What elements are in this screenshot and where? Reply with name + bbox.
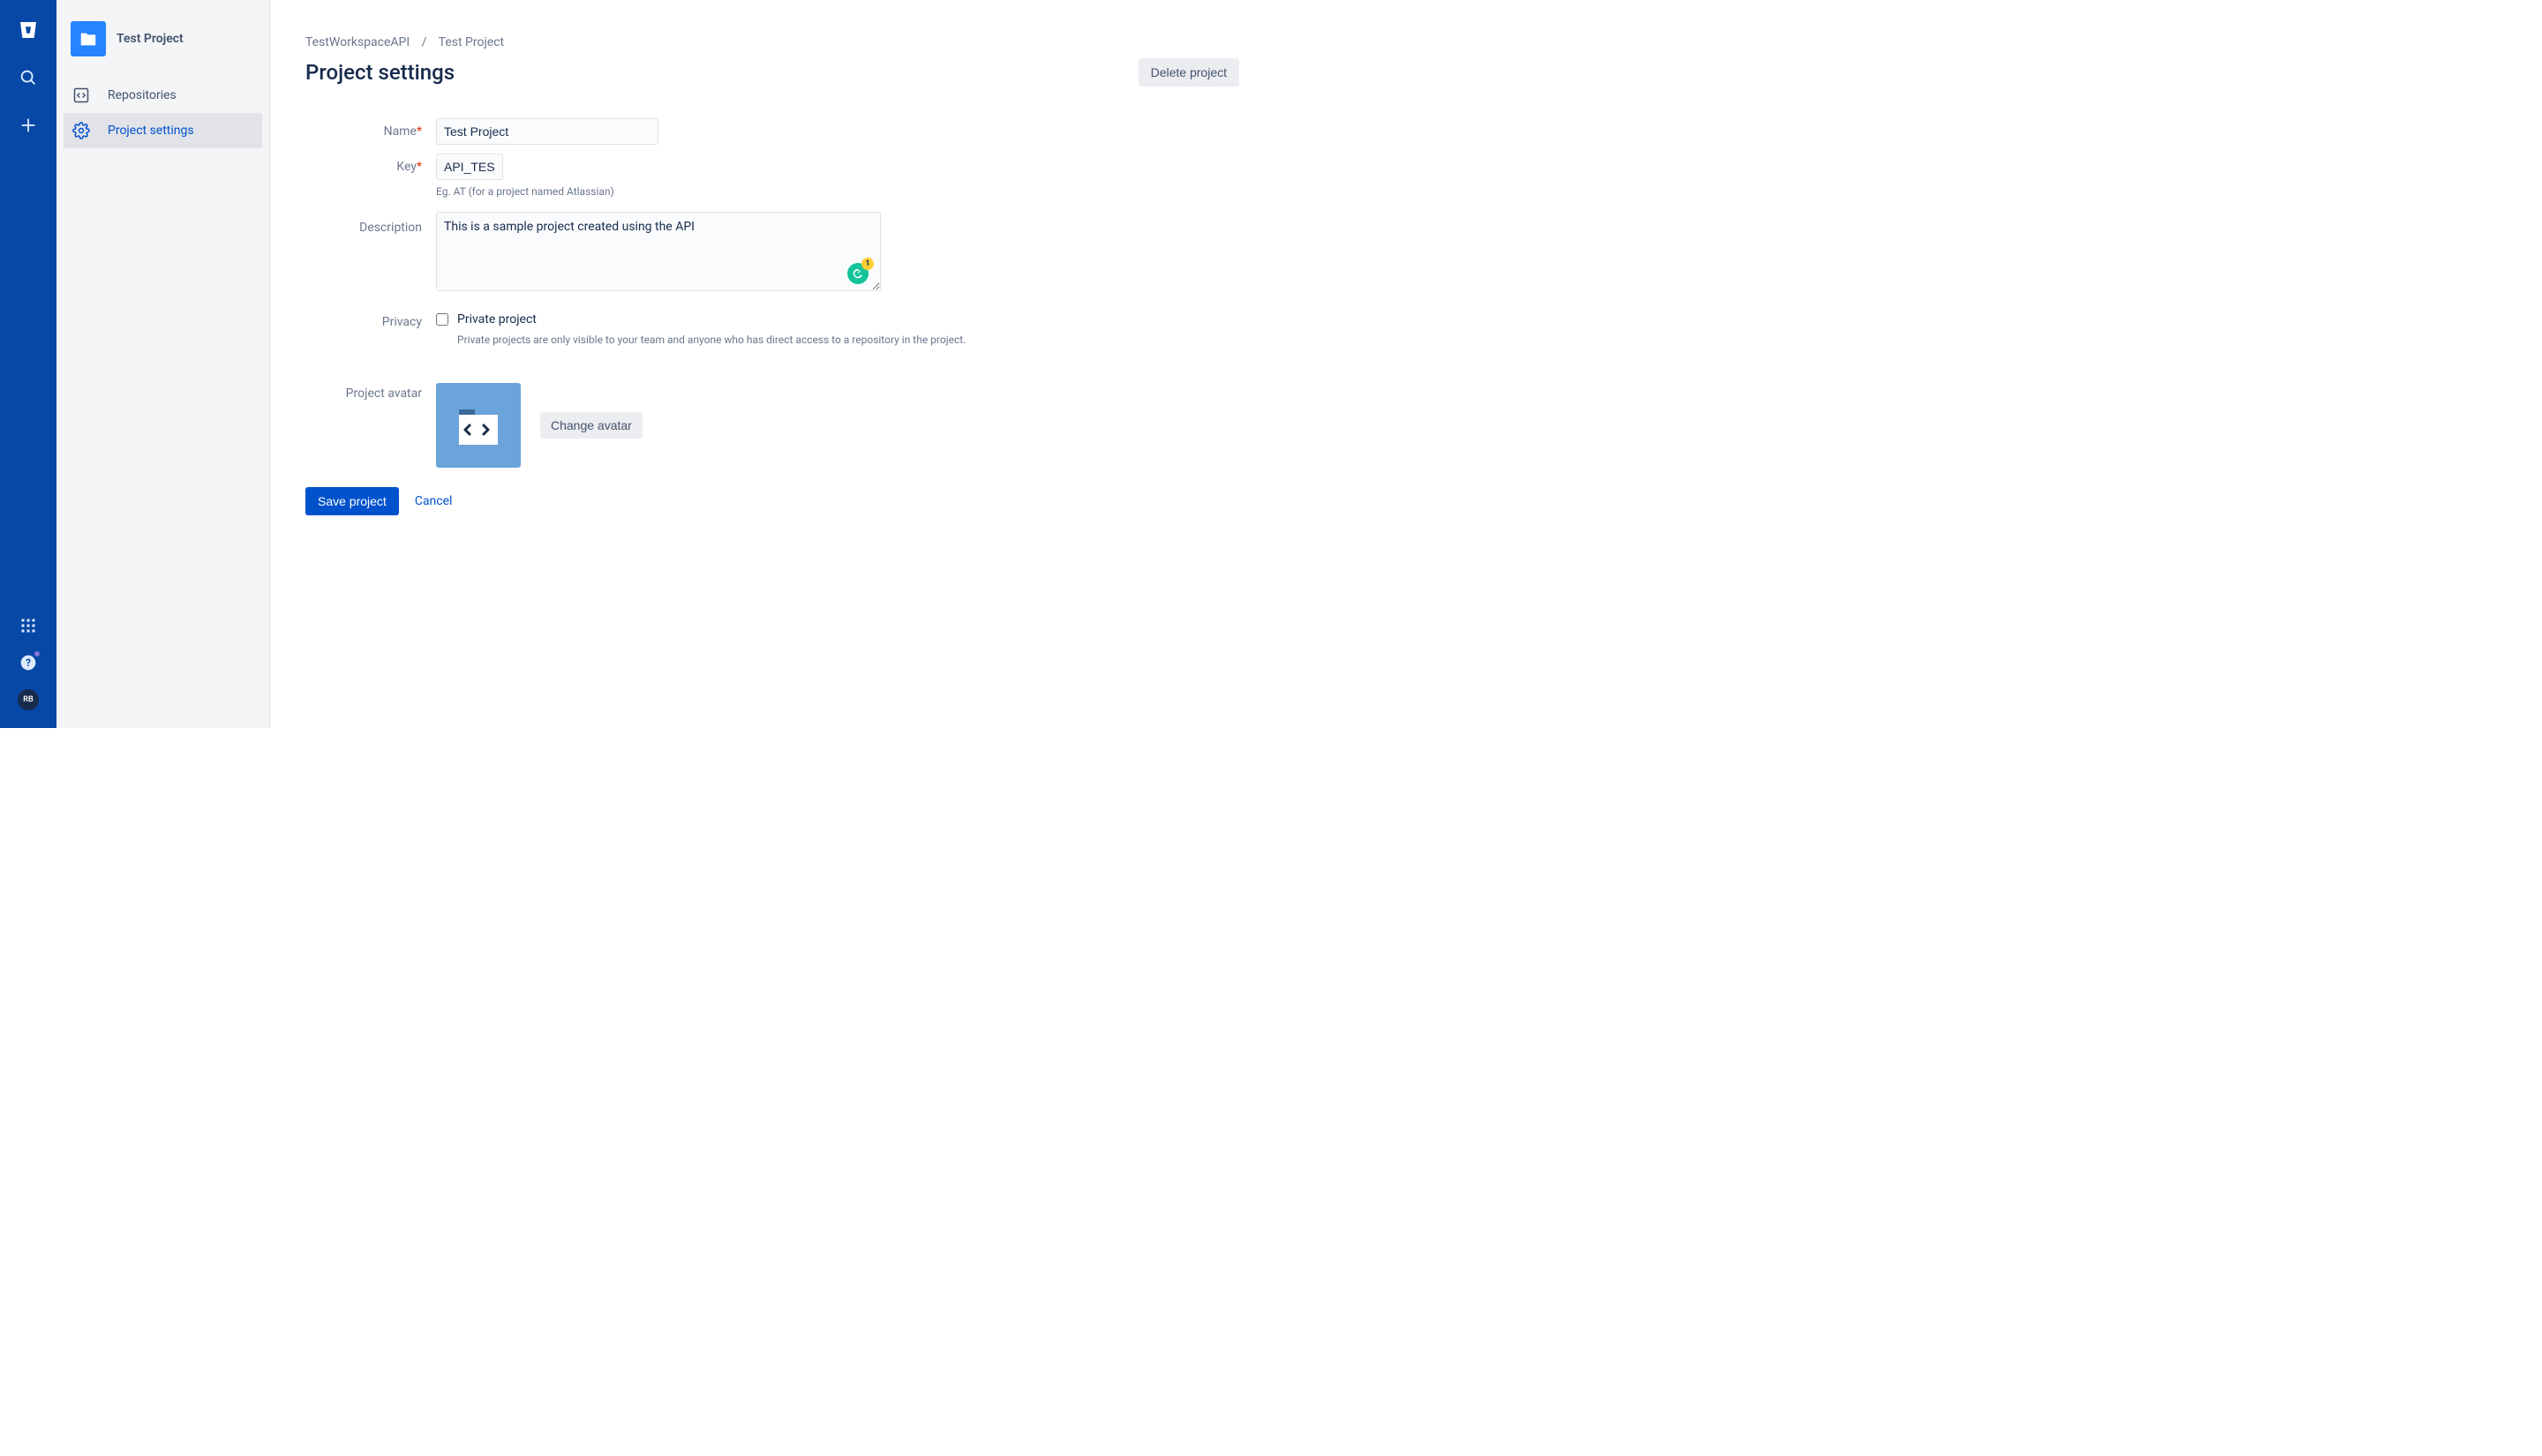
help-notification-dot — [34, 650, 41, 657]
svg-text:?: ? — [26, 657, 31, 669]
search-icon[interactable] — [18, 67, 39, 88]
project-avatar-large-icon — [436, 383, 521, 468]
project-sidebar: Test Project Repositories Project settin… — [56, 0, 270, 728]
description-field[interactable] — [436, 212, 881, 291]
app-switcher-icon[interactable] — [18, 615, 39, 636]
privacy-help-text: Private projects are only visible to you… — [457, 334, 1239, 346]
grammarly-badge: 1 — [861, 258, 874, 270]
key-label: Key* — [305, 154, 436, 198]
breadcrumb-separator: / — [422, 35, 427, 49]
sidebar-item-label: Repositories — [108, 88, 177, 102]
save-project-button[interactable]: Save project — [305, 487, 399, 515]
sidebar-header: Test Project — [64, 21, 262, 78]
sidebar-item-repositories[interactable]: Repositories — [64, 78, 262, 113]
settings-icon — [72, 122, 90, 139]
breadcrumb-project[interactable]: Test Project — [439, 35, 504, 49]
project-avatar-small-icon — [71, 21, 106, 56]
name-label: Name* — [305, 118, 436, 145]
description-label: Description — [305, 212, 436, 295]
privacy-label: Privacy — [305, 309, 436, 346]
create-icon[interactable] — [18, 115, 39, 136]
breadcrumb: TestWorkspaceAPI / Test Project — [305, 35, 1239, 49]
cancel-link[interactable]: Cancel — [415, 494, 453, 508]
breadcrumb-workspace[interactable]: TestWorkspaceAPI — [305, 35, 410, 49]
change-avatar-button[interactable]: Change avatar — [540, 412, 643, 439]
private-project-checkbox[interactable] — [436, 313, 448, 326]
sidebar-item-project-settings[interactable]: Project settings — [64, 113, 262, 148]
user-avatar[interactable]: RB — [18, 689, 39, 710]
name-field[interactable] — [436, 118, 658, 145]
private-project-checkbox-label[interactable]: Private project — [457, 312, 537, 326]
grammarly-icon[interactable]: 1 — [847, 263, 869, 284]
delete-project-button[interactable]: Delete project — [1139, 58, 1239, 86]
main-content: TestWorkspaceAPI / Test Project Project … — [270, 0, 1271, 728]
project-settings-form: Name* Key* Eg. AT (for a project named A… — [305, 118, 1239, 515]
repositories-icon — [72, 86, 90, 104]
help-icon[interactable]: ? — [18, 652, 39, 673]
key-help-text: Eg. AT (for a project named Atlassian) — [436, 185, 1239, 198]
bitbucket-logo-icon[interactable] — [18, 19, 39, 41]
key-field[interactable] — [436, 154, 503, 180]
sidebar-item-label: Project settings — [108, 124, 194, 138]
page-title: Project settings — [305, 60, 455, 85]
avatar-label: Project avatar — [305, 383, 436, 468]
global-nav-rail: ? RB — [0, 0, 56, 728]
sidebar-project-name: Test Project — [117, 32, 184, 46]
